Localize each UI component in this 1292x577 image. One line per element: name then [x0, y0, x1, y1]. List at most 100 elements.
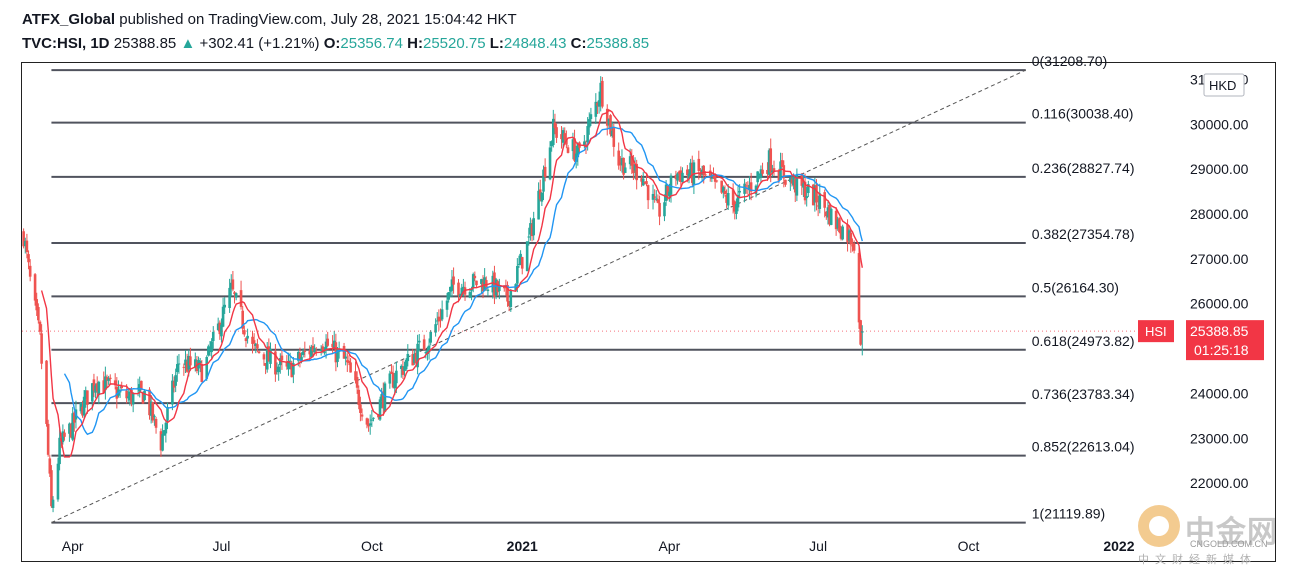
candle-body[interactable] — [601, 80, 604, 107]
candle-body[interactable] — [177, 363, 181, 365]
candle-body[interactable] — [509, 290, 513, 307]
candle-body[interactable] — [738, 190, 741, 193]
candle-body[interactable] — [37, 307, 40, 321]
candle-body[interactable] — [744, 185, 748, 187]
candle-body[interactable] — [46, 423, 50, 455]
candle-body[interactable] — [164, 422, 168, 434]
candle-body[interactable] — [468, 292, 472, 298]
candle-body[interactable] — [838, 218, 841, 233]
candle-body[interactable] — [395, 370, 398, 384]
candle-body[interactable] — [131, 392, 135, 405]
candle-body[interactable] — [612, 128, 616, 147]
candle-body[interactable] — [360, 414, 364, 417]
candle-body[interactable] — [475, 280, 478, 286]
candle-body[interactable] — [223, 304, 227, 308]
candle-body[interactable] — [548, 147, 552, 180]
candle-body[interactable] — [33, 274, 37, 301]
candle-body[interactable] — [457, 282, 460, 296]
candle-body[interactable] — [540, 192, 544, 202]
candle-body[interactable] — [653, 196, 656, 198]
candle-body[interactable] — [120, 386, 124, 389]
candle-body[interactable] — [56, 463, 60, 500]
candle-body[interactable] — [198, 361, 202, 364]
candle-body[interactable] — [429, 331, 432, 343]
candle-body[interactable] — [45, 360, 48, 424]
candle-body[interactable] — [140, 380, 143, 390]
candle-body[interactable] — [555, 127, 558, 138]
candle-body[interactable] — [702, 165, 706, 176]
candle-body[interactable] — [257, 351, 261, 353]
candle-body[interactable] — [370, 419, 374, 421]
candle-body[interactable] — [761, 169, 764, 174]
candle-body[interactable] — [563, 133, 567, 140]
candle-body[interactable] — [372, 417, 375, 419]
candle-body[interactable] — [313, 348, 316, 353]
candle-body[interactable] — [244, 338, 248, 342]
candle-body[interactable] — [669, 175, 673, 195]
candle-body[interactable] — [723, 190, 727, 195]
candle-body[interactable] — [852, 243, 856, 251]
candle-body[interactable] — [97, 381, 101, 396]
candle-body[interactable] — [349, 362, 352, 373]
candle-body[interactable] — [143, 390, 146, 401]
candle-body[interactable] — [40, 333, 43, 364]
candle-body[interactable] — [656, 199, 660, 203]
candle-body[interactable] — [210, 341, 213, 353]
candle-body[interactable] — [484, 280, 488, 288]
candle-body[interactable] — [440, 309, 444, 320]
candle-body[interactable] — [280, 355, 284, 361]
candle-body[interactable] — [252, 340, 256, 344]
candle-body[interactable] — [243, 330, 246, 335]
candle-body[interactable] — [303, 350, 307, 352]
candle-body[interactable] — [623, 167, 627, 173]
candle-body[interactable] — [176, 364, 179, 373]
candle-body[interactable] — [221, 306, 225, 327]
candle-body[interactable] — [818, 193, 822, 209]
candle-body[interactable] — [849, 232, 853, 245]
candle-body[interactable] — [473, 275, 477, 279]
candle-body[interactable] — [532, 218, 535, 236]
candle-body[interactable] — [697, 158, 701, 171]
candle-body[interactable] — [357, 389, 361, 405]
candle-body[interactable] — [277, 366, 280, 373]
candle-body[interactable] — [228, 287, 231, 309]
candle-body[interactable] — [344, 356, 347, 359]
candle-body[interactable] — [805, 196, 808, 199]
candle-body[interactable] — [108, 377, 112, 380]
candle-body[interactable] — [207, 346, 210, 356]
candle-body[interactable] — [841, 226, 844, 240]
candle-body[interactable] — [784, 179, 787, 185]
candle-body[interactable] — [452, 276, 455, 285]
candle-body[interactable] — [486, 289, 490, 292]
candle-body[interactable] — [646, 185, 650, 201]
candle-body[interactable] — [769, 148, 773, 173]
candle-body[interactable] — [447, 292, 450, 300]
candle-body[interactable] — [256, 344, 259, 349]
candle-body[interactable] — [527, 236, 531, 238]
candle-body[interactable] — [710, 177, 714, 179]
candle-body[interactable] — [28, 265, 32, 277]
candle-body[interactable] — [404, 359, 408, 370]
candle-body[interactable] — [231, 279, 235, 290]
candle-body[interactable] — [417, 340, 421, 343]
candle-body[interactable] — [63, 432, 66, 437]
candle-body[interactable] — [200, 363, 204, 383]
candle-body[interactable] — [543, 166, 547, 177]
candle-body[interactable] — [756, 171, 759, 183]
candle-body[interactable] — [658, 202, 661, 217]
candle-body[interactable] — [815, 184, 818, 203]
candle-body[interactable] — [189, 356, 192, 366]
candle-body[interactable] — [589, 114, 593, 120]
candle-body[interactable] — [153, 415, 156, 417]
candle-body[interactable] — [151, 402, 155, 421]
candle-body[interactable] — [715, 180, 719, 182]
candle-body[interactable] — [27, 254, 30, 263]
candle-body[interactable] — [25, 240, 29, 253]
candle-body[interactable] — [383, 383, 387, 412]
candle-body[interactable] — [566, 147, 570, 153]
candle-body[interactable] — [645, 181, 648, 185]
candle-body[interactable] — [182, 366, 186, 368]
candle-body[interactable] — [82, 396, 86, 416]
candle-body[interactable] — [246, 335, 249, 339]
candle-body[interactable] — [823, 192, 826, 208]
